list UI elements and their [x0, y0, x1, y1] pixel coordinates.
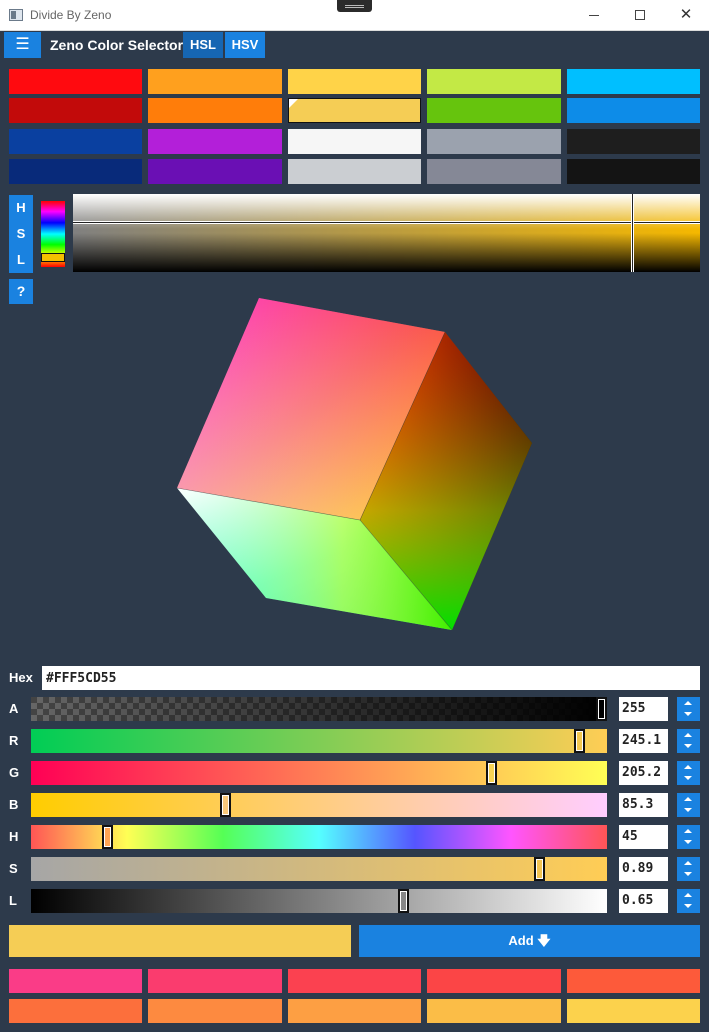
saturation-slider-thumb[interactable] — [534, 857, 545, 881]
green-label: G — [9, 765, 20, 780]
lightness-value-input[interactable]: 0.65 — [619, 889, 668, 913]
red-spin-button[interactable] — [677, 729, 700, 753]
recent-color-swatch[interactable] — [427, 969, 561, 993]
hue-strip-marker[interactable] — [41, 253, 65, 262]
palette-swatch[interactable] — [567, 69, 700, 94]
palette-swatch[interactable] — [427, 159, 561, 184]
maximize-icon — [635, 10, 645, 20]
red-label: R — [9, 733, 19, 748]
alpha-spin-button[interactable] — [677, 697, 700, 721]
recent-color-swatch[interactable] — [567, 969, 700, 993]
recent-color-swatch[interactable] — [288, 969, 421, 993]
recent-color-swatch[interactable] — [288, 999, 421, 1023]
lightness-slider-thumb[interactable] — [398, 889, 409, 913]
saturation-value-input[interactable]: 0.89 — [619, 857, 668, 881]
recent-color-swatch[interactable] — [567, 999, 700, 1023]
palette-swatch[interactable] — [288, 98, 421, 123]
saturation-lightness-plane[interactable] — [73, 194, 700, 272]
saturation-mode-button[interactable]: S — [9, 221, 33, 247]
red-slider-thumb[interactable] — [574, 729, 585, 753]
blue-value-input[interactable]: 85.3 — [619, 793, 668, 817]
title-bar: Divide By Zeno ✕ — [0, 0, 709, 31]
hex-input[interactable] — [42, 666, 700, 690]
color-preview — [9, 925, 351, 957]
hue-mode-button[interactable]: H — [9, 195, 33, 221]
lightness-mode-button[interactable]: L — [9, 247, 33, 273]
palette-swatch[interactable] — [148, 159, 282, 184]
saturation-label: S — [9, 861, 18, 876]
palette-swatch[interactable] — [427, 129, 561, 154]
blue-label: B — [9, 797, 19, 812]
hue-value-input[interactable]: 45 — [619, 825, 668, 849]
green-value-input[interactable]: 205.2 — [619, 761, 668, 785]
blue-slider-thumb[interactable] — [220, 793, 231, 817]
add-button[interactable]: Add 🡇 — [359, 925, 700, 957]
hamburger-icon: ☰ — [15, 36, 30, 53]
title-grip-icon[interactable] — [337, 0, 372, 12]
color-cube[interactable] — [170, 292, 540, 637]
palette-swatch[interactable] — [567, 159, 700, 184]
window-icon — [9, 9, 23, 21]
hamburger-menu-button[interactable]: ☰ — [4, 32, 41, 58]
blue-spin-button[interactable] — [677, 793, 700, 817]
palette-swatch[interactable] — [9, 129, 142, 154]
app-name: Zeno Color Selector — [50, 37, 184, 53]
palette-swatch[interactable] — [288, 69, 421, 94]
plane-crosshair-horizontal — [73, 221, 700, 224]
recent-color-swatch[interactable] — [427, 999, 561, 1023]
palette-swatch[interactable] — [567, 129, 700, 154]
alpha-slider[interactable] — [31, 697, 607, 721]
window-title: Divide By Zeno — [30, 8, 112, 22]
palette-swatch[interactable] — [288, 129, 421, 154]
alpha-slider-thumb[interactable] — [596, 697, 607, 721]
red-value-input[interactable]: 245.1 — [619, 729, 668, 753]
palette-swatch[interactable] — [9, 69, 142, 94]
hue-label: H — [9, 829, 19, 844]
hue-slider[interactable] — [31, 825, 607, 849]
palette-swatch[interactable] — [567, 98, 700, 123]
palette-swatch[interactable] — [288, 159, 421, 184]
plane-crosshair-vertical — [631, 194, 634, 272]
saturation-spin-button[interactable] — [677, 857, 700, 881]
mode-hsl-button[interactable]: HSL — [183, 32, 223, 58]
alpha-value-input[interactable]: 255 — [619, 697, 668, 721]
recent-color-swatch[interactable] — [9, 969, 142, 993]
help-button[interactable]: ? — [9, 279, 33, 304]
hue-spin-button[interactable] — [677, 825, 700, 849]
mode-hsv-button[interactable]: HSV — [225, 32, 265, 58]
palette-swatch[interactable] — [9, 159, 142, 184]
red-slider[interactable] — [31, 729, 607, 753]
lightness-slider[interactable] — [31, 889, 607, 913]
recent-color-swatch[interactable] — [148, 969, 282, 993]
blue-slider[interactable] — [31, 793, 607, 817]
maximize-button[interactable] — [617, 0, 663, 31]
green-spin-button[interactable] — [677, 761, 700, 785]
minimize-icon — [589, 15, 599, 16]
lightness-label: L — [9, 893, 17, 908]
minimize-button[interactable] — [571, 0, 617, 31]
palette-swatch[interactable] — [9, 98, 142, 123]
palette-swatch[interactable] — [427, 69, 561, 94]
close-button[interactable]: ✕ — [663, 0, 709, 31]
close-icon: ✕ — [679, 6, 693, 23]
hue-slider-thumb[interactable] — [102, 825, 113, 849]
saturation-slider[interactable] — [31, 857, 607, 881]
alpha-label: A — [9, 701, 19, 716]
green-slider[interactable] — [31, 761, 607, 785]
toolbar: ☰ Zeno Color Selector HSL HSV — [0, 31, 709, 59]
recent-color-swatch[interactable] — [9, 999, 142, 1023]
green-slider-thumb[interactable] — [486, 761, 497, 785]
recent-color-swatch[interactable] — [148, 999, 282, 1023]
palette-swatch[interactable] — [427, 98, 561, 123]
palette-swatch[interactable] — [148, 129, 282, 154]
hex-label: Hex — [9, 670, 33, 685]
palette-swatch[interactable] — [148, 98, 282, 123]
palette-swatch[interactable] — [148, 69, 282, 94]
lightness-spin-button[interactable] — [677, 889, 700, 913]
